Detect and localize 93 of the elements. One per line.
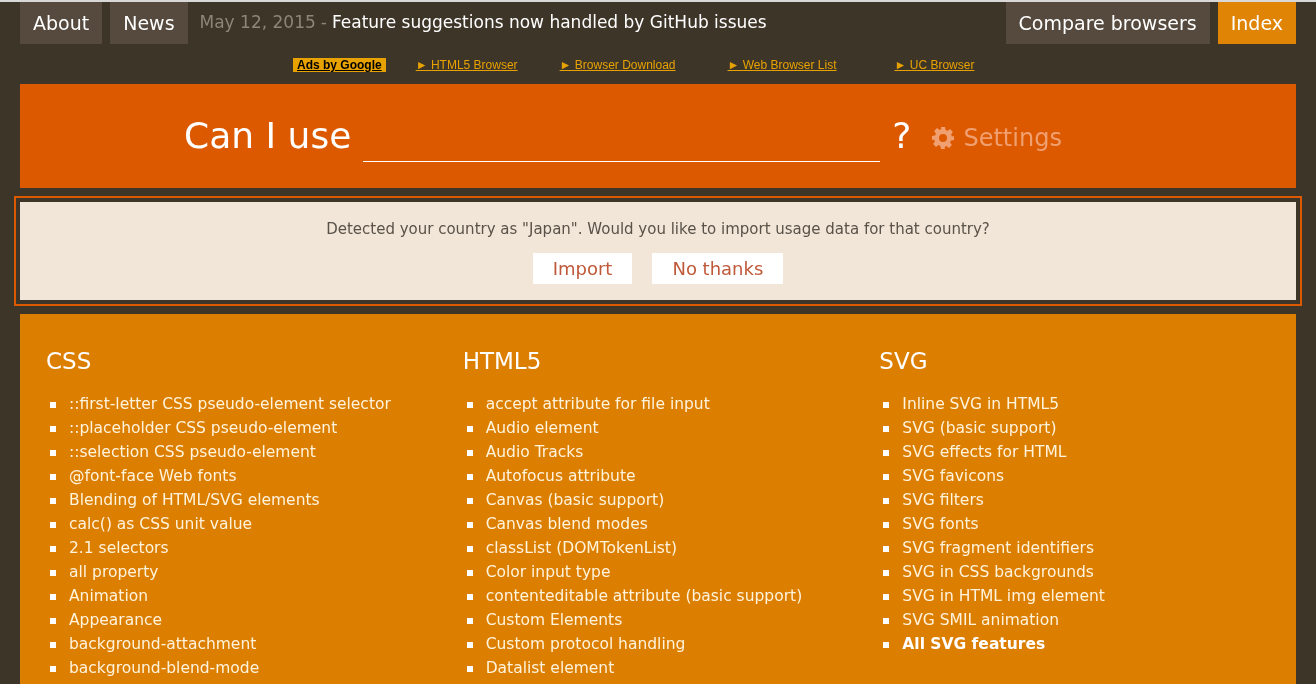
bullet-icon — [883, 569, 890, 576]
news-link[interactable]: Feature suggestions now handled by GitHub issues — [331, 10, 767, 36]
feature-link[interactable]: Animation — [69, 584, 149, 609]
bullet-icon — [466, 641, 473, 648]
notice-message: Detected your country as "Japan". Would you like to import usage data for that country? — [326, 219, 990, 240]
feature-link[interactable]: background-attachment — [69, 632, 257, 657]
bullet-icon — [50, 497, 56, 504]
feature-link[interactable]: SVG in CSS backgrounds — [902, 560, 1094, 585]
feature-link[interactable]: SVG favicons — [902, 464, 1005, 489]
notice-button[interactable]: Import — [532, 252, 633, 284]
bullet-icon — [50, 545, 56, 552]
bullet-icon — [883, 593, 890, 600]
feature-link[interactable]: Custom protocol handling — [485, 632, 686, 657]
bullet-icon — [466, 473, 473, 480]
category-heading: SVG — [879, 347, 929, 376]
bullet-icon — [466, 521, 473, 528]
feature-link[interactable]: SVG (basic support) — [902, 416, 1057, 441]
feature-link[interactable]: Datalist element — [485, 656, 615, 681]
bullet-icon — [883, 521, 890, 528]
bullet-icon — [883, 617, 890, 624]
bullet-icon — [50, 593, 56, 600]
bullet-icon — [883, 473, 890, 480]
feature-link[interactable]: SVG fonts — [902, 512, 979, 537]
bullet-icon — [50, 569, 56, 576]
feature-link[interactable]: classList (DOMTokenList) — [485, 536, 677, 561]
feature-link[interactable]: SVG effects for HTML — [902, 440, 1067, 465]
bullet-icon — [466, 545, 473, 552]
feature-link[interactable]: Audio Tracks — [485, 440, 584, 465]
bullet-icon — [466, 569, 473, 576]
ad-link[interactable]: ► HTML5 Browser — [415, 56, 518, 74]
bullet-icon — [50, 617, 56, 624]
feature-link[interactable]: Appearance — [69, 608, 163, 633]
feature-link[interactable]: Autofocus attribute — [485, 464, 636, 489]
nav-link[interactable]: About — [20, 2, 103, 44]
feature-link[interactable]: Custom Elements — [485, 608, 623, 633]
feature-link[interactable]: ::placeholder CSS pseudo-element — [69, 416, 338, 441]
bullet-icon — [883, 641, 890, 648]
feature-link[interactable]: Color input type — [485, 560, 611, 585]
feature-link[interactable]: SVG fragment identifiers — [902, 536, 1094, 561]
feature-link[interactable]: calc() as CSS unit value — [69, 512, 253, 537]
ads-label[interactable]: Ads by Google — [293, 58, 386, 72]
bullet-icon — [466, 449, 473, 456]
bullet-icon — [883, 497, 890, 504]
feature-link[interactable]: Canvas (basic support) — [485, 488, 665, 513]
search-label: Can I use — [184, 114, 352, 158]
feature-link[interactable]: Blending of HTML/SVG elements — [69, 488, 320, 513]
ad-link[interactable]: ► Browser Download — [559, 56, 676, 74]
bullet-icon — [466, 665, 473, 672]
bullet-icon — [50, 641, 56, 648]
feature-link[interactable]: Inline SVG in HTML5 — [902, 392, 1060, 417]
bullet-icon — [50, 401, 56, 408]
ad-link[interactable]: ► Web Browser List — [727, 56, 837, 74]
bullet-icon — [50, 521, 56, 528]
bullet-icon — [466, 497, 473, 504]
bullet-icon — [466, 617, 473, 624]
notice-button[interactable]: No thanks — [652, 252, 784, 284]
bullet-icon — [883, 425, 890, 432]
feature-link[interactable]: all property — [69, 560, 159, 585]
feature-link[interactable]: 2.1 selectors — [69, 536, 169, 561]
bullet-icon — [883, 401, 890, 408]
news-separator: - — [320, 11, 327, 35]
bullet-icon — [50, 665, 56, 672]
bullet-icon — [50, 473, 56, 480]
feature-link[interactable]: SVG SMIL animation — [902, 608, 1059, 633]
feature-link[interactable]: @font-face Web fonts — [69, 464, 237, 489]
feature-link[interactable]: ::selection CSS pseudo-element — [69, 440, 316, 465]
bullet-icon — [50, 425, 56, 432]
feature-link[interactable]: All SVG features — [902, 632, 1046, 657]
feature-link[interactable]: Audio element — [485, 416, 599, 441]
bullet-icon — [466, 425, 473, 432]
question-mark: ? — [892, 114, 912, 158]
bullet-icon — [883, 449, 890, 456]
bullet-icon — [50, 449, 56, 456]
bullet-icon — [466, 401, 473, 408]
gear-icon — [931, 126, 956, 150]
feature-link[interactable]: SVG in HTML img element — [902, 584, 1105, 609]
category-heading: HTML5 — [462, 347, 543, 376]
feature-link[interactable]: Canvas blend modes — [485, 512, 648, 537]
feature-link[interactable]: SVG filters — [902, 488, 984, 513]
news-date: May 12, 2015 — [199, 11, 316, 35]
bullet-icon — [466, 593, 473, 600]
ad-link[interactable]: ► UC Browser — [894, 56, 975, 74]
settings-label: Settings — [963, 123, 1062, 154]
feature-link[interactable]: contenteditable attribute (basic support) — [485, 584, 803, 609]
settings-link[interactable]: Settings — [931, 120, 1062, 156]
nav-link[interactable]: Compare browsers — [1005, 2, 1210, 44]
nav-link[interactable]: News — [110, 2, 188, 44]
feature-link[interactable]: ::first-letter CSS pseudo-element selector — [69, 392, 391, 417]
category-heading: CSS — [46, 347, 93, 376]
feature-link[interactable]: accept attribute for file input — [485, 392, 710, 417]
bullet-icon — [883, 545, 890, 552]
feature-link[interactable]: background-blend-mode — [69, 656, 260, 681]
nav-link[interactable]: Index — [1217, 2, 1296, 44]
